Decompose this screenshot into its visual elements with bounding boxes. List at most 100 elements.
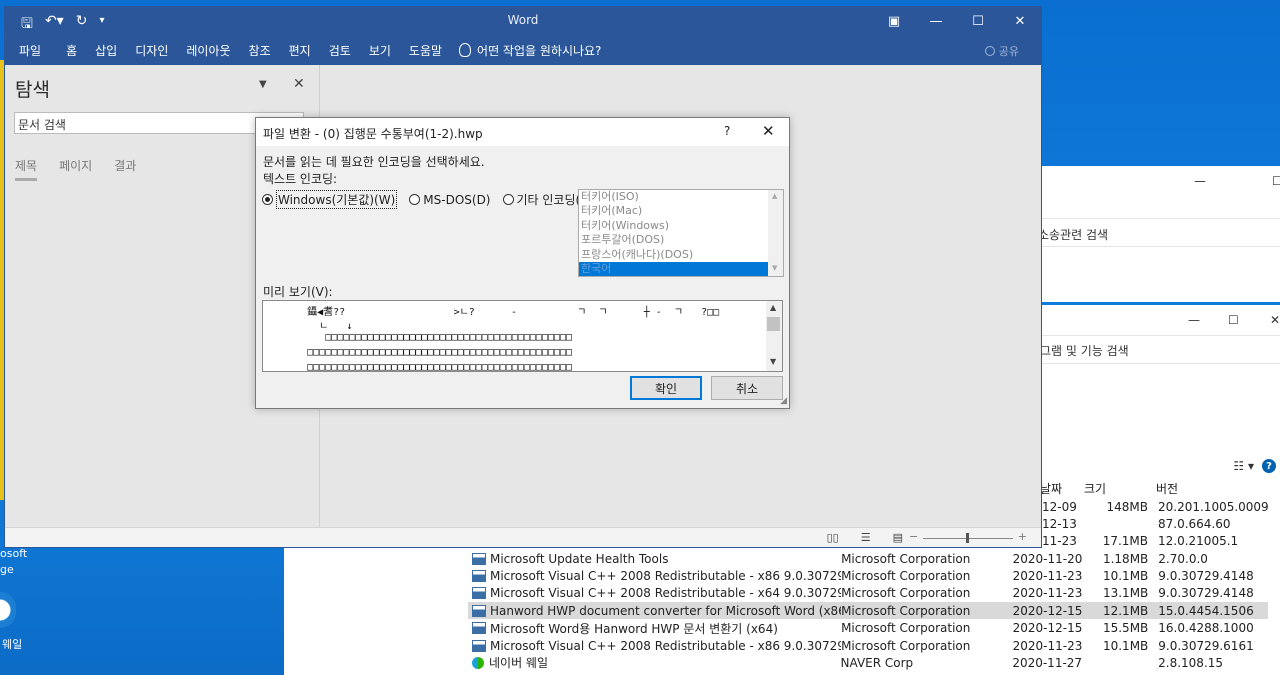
close-icon[interactable]: ✕ bbox=[293, 76, 305, 92]
cell-version: 20.201.1005.0009 bbox=[1158, 500, 1269, 514]
person-icon bbox=[984, 46, 995, 56]
read-mode-icon[interactable]: ▯▯ bbox=[827, 531, 839, 544]
whale-icon[interactable] bbox=[0, 592, 16, 628]
maximize-icon[interactable]: ☐ bbox=[957, 7, 999, 35]
table-row[interactable]: Microsoft Update Health Tools Microsoft C… bbox=[468, 550, 1268, 567]
tab-references[interactable]: 참조 bbox=[240, 42, 280, 59]
close-icon[interactable]: ✕ bbox=[762, 122, 775, 140]
encoding-label: 텍스트 인코딩: bbox=[263, 172, 338, 186]
print-layout-icon[interactable]: ☰ bbox=[861, 531, 871, 544]
view-toolbar: ☷ ▾ ? bbox=[1040, 452, 1280, 480]
cell-size: 10.1MB bbox=[1102, 638, 1149, 653]
encoding-radio-group: Windows(기본값)(W) MS-DOS(D) 기타 인코딩(O): bbox=[262, 190, 610, 209]
table-row[interactable]: 12-13 87.0.664.60 bbox=[1042, 517, 1280, 534]
minimize-icon[interactable]: — bbox=[1194, 174, 1206, 188]
radio-windows-label[interactable]: Windows(기본값)(W) bbox=[276, 190, 398, 209]
scroll-down-icon[interactable]: ▼ bbox=[770, 357, 776, 366]
scrollbar[interactable]: ▲ ▼ bbox=[766, 301, 782, 371]
radio-msdos[interactable] bbox=[409, 194, 421, 205]
resize-grip-icon[interactable]: ◢ bbox=[780, 396, 787, 406]
close-icon[interactable]: ✕ bbox=[1270, 313, 1280, 327]
ok-button[interactable]: 확인 bbox=[630, 376, 702, 400]
scroll-up-icon[interactable]: ▲ bbox=[772, 192, 777, 200]
radio-other[interactable] bbox=[502, 194, 514, 205]
scroll-up-icon[interactable]: ▲ bbox=[770, 303, 776, 312]
cancel-button[interactable]: 취소 bbox=[711, 376, 783, 400]
program-icon bbox=[472, 552, 486, 565]
minimize-icon[interactable]: — bbox=[915, 7, 957, 35]
program-icon bbox=[472, 622, 486, 635]
whale-icon bbox=[472, 656, 484, 669]
cell-version: 12.0.21005.1 bbox=[1158, 534, 1239, 548]
web-layout-icon[interactable]: ▤ bbox=[893, 531, 903, 544]
desktop-icon-label: 웨일 bbox=[2, 638, 23, 651]
scroll-down-icon[interactable]: ▼ bbox=[772, 264, 777, 272]
table-row[interactable]: Microsoft Word용 Hanword HWP 문서 변환기 (x64)… bbox=[468, 620, 1268, 637]
tab-insert[interactable]: 삽입 bbox=[86, 42, 126, 59]
table-row[interactable]: Microsoft Visual C++ 2008 Redistributabl… bbox=[468, 567, 1268, 584]
tab-pages[interactable]: 페이지 bbox=[59, 157, 92, 181]
desktop-icon-label: ge bbox=[0, 563, 14, 576]
background-window: — ☐ ✕ 그램 및 기능 검색 bbox=[1040, 305, 1280, 453]
cell-date: 2020-11-27 bbox=[1012, 655, 1083, 670]
close-icon[interactable]: ✕ bbox=[999, 7, 1041, 35]
encoding-list[interactable]: 터키어(ISO) 터키어(Mac) 터키어(Windows) 포르투갈어(DOS… bbox=[578, 189, 784, 277]
zoom-in-icon[interactable]: + bbox=[1018, 530, 1027, 543]
help-button[interactable]: ? bbox=[724, 124, 730, 138]
list-item[interactable]: 터키어(ISO) bbox=[579, 190, 783, 204]
tab-home[interactable]: 홈 bbox=[57, 42, 86, 59]
help-icon[interactable]: ? bbox=[1262, 459, 1276, 473]
tab-results[interactable]: 결과 bbox=[114, 157, 136, 181]
zoom-thumb[interactable] bbox=[966, 533, 969, 543]
tab-help[interactable]: 도움말 bbox=[400, 42, 451, 59]
dialog-title: 파일 변환 - (0) 집행문 수통부여(1-2).hwp bbox=[263, 127, 483, 141]
share-button[interactable]: 공유 bbox=[984, 43, 1019, 59]
list-item[interactable]: 터키어(Mac) bbox=[579, 204, 783, 218]
list-item-selected[interactable]: 한국어 bbox=[579, 261, 783, 276]
search-field[interactable]: 소송관련 검색 bbox=[1038, 226, 1108, 243]
maximize-icon[interactable]: ☐ bbox=[1228, 313, 1239, 327]
ribbon-display-icon[interactable]: ▣ bbox=[873, 7, 915, 35]
table-row[interactable]: Microsoft Visual C++ 2008 Redistributabl… bbox=[468, 637, 1268, 654]
program-icon bbox=[472, 639, 486, 652]
table-row[interactable]: Hanword HWP document converter for Micro… bbox=[468, 602, 1268, 620]
cell-size: 17.1MB bbox=[1102, 534, 1148, 548]
cell-version: 9.0.30729.4148 bbox=[1158, 586, 1254, 601]
tab-mailings[interactable]: 편지 bbox=[280, 42, 320, 59]
radio-windows[interactable] bbox=[262, 194, 273, 205]
cell-version: 87.0.664.60 bbox=[1158, 517, 1231, 531]
minimize-icon[interactable]: — bbox=[1188, 313, 1200, 327]
tab-layout[interactable]: 레이아웃 bbox=[177, 42, 239, 59]
scroll-thumb[interactable] bbox=[767, 317, 780, 331]
tab-design[interactable]: 디자인 bbox=[126, 42, 177, 59]
maximize-icon[interactable]: ☐ bbox=[1272, 174, 1280, 188]
list-item[interactable]: 프랑스어(캐나다)(DOS) bbox=[579, 248, 783, 262]
list-item[interactable]: 터키어(Windows) bbox=[579, 219, 783, 233]
tab-headings[interactable]: 제목 bbox=[15, 157, 38, 181]
program-icon bbox=[472, 569, 486, 582]
table-row[interactable]: 12-09 148MB 20.201.1005.0009 bbox=[1042, 500, 1280, 517]
table-row[interactable]: Microsoft Visual C++ 2008 Redistributabl… bbox=[468, 585, 1268, 602]
search-field[interactable]: 그램 및 기능 검색 bbox=[1040, 342, 1129, 359]
tab-file[interactable]: 파일 bbox=[5, 42, 57, 59]
scrollbar[interactable]: ▲ ▼ bbox=[768, 190, 783, 276]
cell-publisher: Microsoft Corporation bbox=[841, 568, 971, 583]
tab-review[interactable]: 검토 bbox=[320, 42, 360, 59]
list-item[interactable]: 포르투갈어(DOS) bbox=[579, 233, 783, 247]
tell-me-box[interactable]: 어떤 작업을 원하시나요? bbox=[459, 42, 601, 59]
share-label: 공유 bbox=[998, 45, 1019, 58]
table-row[interactable]: 11-23 17.1MB 12.0.21005.1 bbox=[1042, 534, 1280, 551]
zoom-slider[interactable]: − + bbox=[909, 530, 1027, 544]
preview-box[interactable]: 鑷◀耆?? >ㄴ? - ㄱ ㄱ ┼ - ㄱ ?□□ ㄴ ↓ □□□□□□□□□□… bbox=[262, 300, 783, 372]
radio-msdos-label[interactable]: MS-DOS(D) bbox=[423, 193, 490, 207]
zoom-out-icon[interactable]: − bbox=[909, 530, 918, 543]
cell-version: 16.0.4288.1000 bbox=[1158, 621, 1254, 636]
cell-name: Microsoft Update Health Tools bbox=[489, 551, 669, 566]
cell-date: 2020-12-15 bbox=[1012, 621, 1083, 636]
table-row[interactable]: 네이버 웨일 NAVER Corp 2020-11-27 2.8.108.15 bbox=[468, 654, 1268, 671]
window-controls: ▣ — ☐ ✕ bbox=[873, 7, 1041, 35]
view-options-icon[interactable]: ☷ ▾ bbox=[1233, 459, 1254, 473]
chevron-down-icon[interactable]: ▼ bbox=[259, 79, 267, 90]
tab-view[interactable]: 보기 bbox=[360, 42, 400, 59]
dialog-title-bar: 파일 변환 - (0) 집행문 수통부여(1-2).hwp ? ✕ bbox=[256, 118, 789, 146]
